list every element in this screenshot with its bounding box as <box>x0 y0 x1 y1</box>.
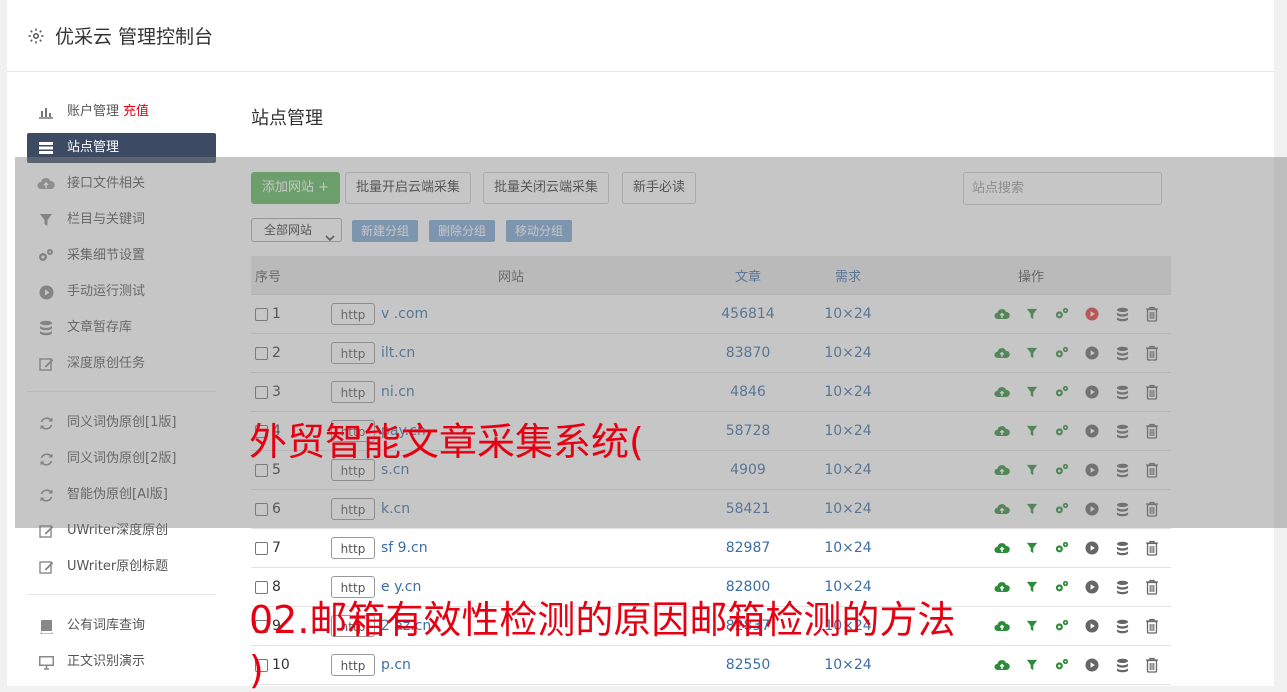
sidebar-item-label: 公有词库查询 <box>67 618 146 633</box>
cogs-icon[interactable] <box>1051 617 1073 635</box>
row-site-cell: http sf 9.cn <box>331 537 691 559</box>
trash-icon[interactable] <box>1141 539 1163 557</box>
protocol-badge: http <box>331 537 375 559</box>
row-checkbox[interactable] <box>255 541 268 555</box>
protocol-badge: http <box>331 576 375 598</box>
sidebar-item[interactable]: 正文识别演示 <box>27 647 216 677</box>
filter-icon[interactable] <box>1021 656 1043 674</box>
filter-icon[interactable] <box>1021 539 1043 557</box>
site-domain-link[interactable]: sf 9.cn <box>381 540 428 556</box>
database-icon[interactable] <box>1111 578 1133 596</box>
row-no-cell: 7 <box>251 540 331 556</box>
bar-chart-icon <box>37 103 55 121</box>
cogs-icon[interactable] <box>1051 539 1073 557</box>
sidebar-item[interactable]: 公有词库查询 <box>27 611 216 641</box>
demand-value[interactable]: 10×24 <box>805 579 891 595</box>
cloud-upload-icon[interactable] <box>991 578 1013 596</box>
filter-icon[interactable] <box>1021 578 1043 596</box>
table-row: 10 http p.cn 82550 10×24 <box>251 646 1171 685</box>
sidebar-item[interactable]: UWriter原创标题 <box>27 552 216 582</box>
article-count[interactable]: 82800 <box>691 579 805 595</box>
top-bar: 优采云 管理控制台 <box>7 0 1274 72</box>
site-domain-link[interactable]: p.cn <box>381 657 411 673</box>
row-no: 7 <box>272 540 281 556</box>
overlay-text-3: ) <box>249 648 264 692</box>
row-checkbox[interactable] <box>255 580 268 594</box>
overlay-text-2: 02.邮箱有效性检测的原因邮箱检测的方法 <box>249 598 956 642</box>
sidebar-item[interactable]: 账户管理 充值 <box>27 97 216 127</box>
cogs-icon[interactable] <box>1051 578 1073 596</box>
overlay-text-1: 外贸智能文章采集系统( <box>249 420 644 464</box>
trash-icon[interactable] <box>1141 617 1163 635</box>
row-site-cell: http e y.cn <box>331 576 691 598</box>
cloud-upload-icon[interactable] <box>991 617 1013 635</box>
recharge-link[interactable]: 充值 <box>123 97 149 127</box>
book-icon <box>37 617 55 635</box>
row-operations <box>891 539 1171 557</box>
demand-value[interactable]: 10×24 <box>805 540 891 556</box>
app-title: 优采云 管理控制台 <box>55 26 214 48</box>
play-circle-icon[interactable] <box>1081 539 1103 557</box>
database-icon[interactable] <box>1111 617 1133 635</box>
sidebar-divider <box>27 594 216 595</box>
protocol-badge: http <box>331 654 375 676</box>
play-circle-icon[interactable] <box>1081 656 1103 674</box>
row-site-cell: http p.cn <box>331 654 691 676</box>
cloud-upload-icon[interactable] <box>991 656 1013 674</box>
table-row: 7 http sf 9.cn 82987 10×24 <box>251 529 1171 568</box>
cogs-icon[interactable] <box>1051 656 1073 674</box>
site-domain-link[interactable]: e y.cn <box>381 579 421 595</box>
edit-icon <box>37 558 55 576</box>
article-count[interactable]: 82550 <box>691 657 805 673</box>
gear-icon <box>27 27 45 45</box>
monitor-icon <box>37 653 55 671</box>
sidebar-item-label: UWriter原创标题 <box>67 559 169 574</box>
row-operations <box>891 578 1171 596</box>
row-no-cell: 8 <box>251 579 331 595</box>
sidebar-item-label: 正文识别演示 <box>67 654 146 669</box>
play-circle-icon[interactable] <box>1081 578 1103 596</box>
cloud-upload-icon[interactable] <box>991 539 1013 557</box>
trash-icon[interactable] <box>1141 656 1163 674</box>
article-count[interactable]: 82987 <box>691 540 805 556</box>
server-icon <box>37 139 55 157</box>
database-icon[interactable] <box>1111 539 1133 557</box>
demand-value[interactable]: 10×24 <box>805 657 891 673</box>
row-no: 8 <box>272 579 281 595</box>
row-operations <box>891 656 1171 674</box>
trash-icon[interactable] <box>1141 578 1163 596</box>
play-circle-icon[interactable] <box>1081 617 1103 635</box>
watermark-overlay <box>15 157 1287 528</box>
row-no: 10 <box>272 657 290 673</box>
sidebar-item-label: 账户管理 <box>67 104 120 119</box>
filter-icon[interactable] <box>1021 617 1043 635</box>
database-icon[interactable] <box>1111 656 1133 674</box>
page-title: 站点管理 <box>251 108 323 129</box>
